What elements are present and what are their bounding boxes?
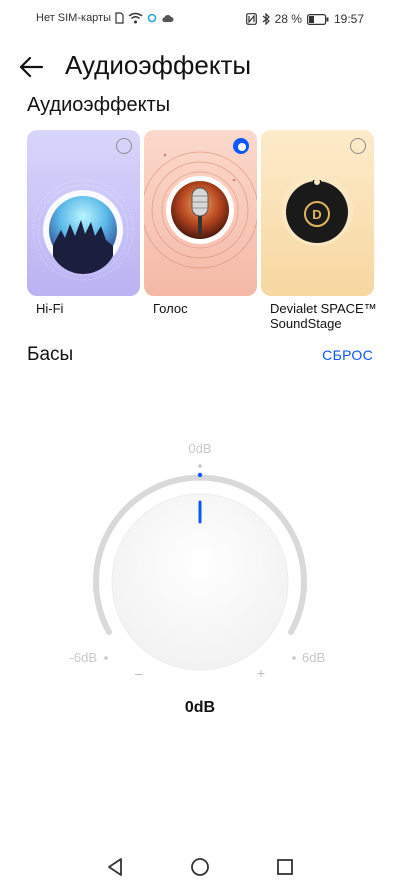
square-recents-icon bbox=[277, 859, 293, 875]
battery-percent: 28 % bbox=[274, 12, 302, 26]
effects-section-title: Аудиоэффекты bbox=[27, 94, 171, 116]
back-button[interactable] bbox=[14, 50, 48, 84]
nav-back-button[interactable] bbox=[100, 852, 130, 882]
effect-card-hifi[interactable] bbox=[27, 130, 140, 296]
voice-microphone-image bbox=[144, 151, 257, 269]
page-title: Аудиоэффекты bbox=[65, 50, 252, 80]
svg-text:D: D bbox=[312, 207, 321, 222]
scale-min-label: -6dB bbox=[70, 650, 97, 665]
bass-current-value: 0dB bbox=[184, 699, 216, 716]
assistant-icon bbox=[147, 13, 157, 23]
radio-devialet[interactable] bbox=[350, 138, 366, 154]
devialet-logo-image: D bbox=[281, 174, 353, 246]
scale-top-label: 0dB bbox=[188, 441, 211, 456]
scale-max-label: 6dB bbox=[302, 650, 325, 665]
status-bar-right: 28 % 19:57 bbox=[245, 12, 364, 26]
dial-top-point bbox=[197, 472, 203, 478]
triangle-back-icon bbox=[108, 858, 122, 876]
dial-min-tick bbox=[104, 656, 108, 660]
bluetooth-icon bbox=[262, 13, 270, 25]
reset-button[interactable]: СБРОС bbox=[322, 347, 373, 363]
bass-dial[interactable]: 0dB -6dB 6dB – + bbox=[0, 420, 400, 720]
circle-home-icon bbox=[191, 858, 209, 876]
plus-sign: + bbox=[257, 665, 265, 681]
nav-home-button[interactable] bbox=[185, 852, 215, 882]
status-bar-left: Нет SIM-карты bbox=[36, 12, 174, 24]
effect-label-voice: Голос bbox=[153, 301, 188, 316]
back-arrow-icon bbox=[19, 56, 44, 78]
radio-voice[interactable] bbox=[233, 138, 249, 154]
wifi-icon bbox=[128, 12, 143, 24]
dial-max-tick bbox=[292, 656, 296, 660]
sim-card-icon bbox=[115, 12, 124, 24]
carrier-text: Нет SIM-карты bbox=[36, 12, 112, 24]
dial-top-tick bbox=[198, 464, 202, 468]
effect-label-hifi: Hi-Fi bbox=[36, 301, 64, 316]
nav-recents-button[interactable] bbox=[270, 852, 300, 882]
clock: 19:57 bbox=[333, 12, 364, 26]
cloud-icon bbox=[162, 14, 174, 22]
effect-card-voice[interactable] bbox=[144, 130, 257, 296]
hifi-concert-image bbox=[32, 179, 134, 281]
minus-sign: – bbox=[135, 665, 143, 681]
radio-hifi[interactable] bbox=[116, 138, 132, 154]
effect-label-devialet: Devialet SPACE™ SoundStage bbox=[270, 301, 377, 331]
bass-title: Басы bbox=[27, 344, 74, 365]
battery-icon bbox=[306, 13, 329, 25]
effect-card-devialet[interactable]: D bbox=[261, 130, 374, 296]
nfc-icon bbox=[245, 13, 257, 25]
